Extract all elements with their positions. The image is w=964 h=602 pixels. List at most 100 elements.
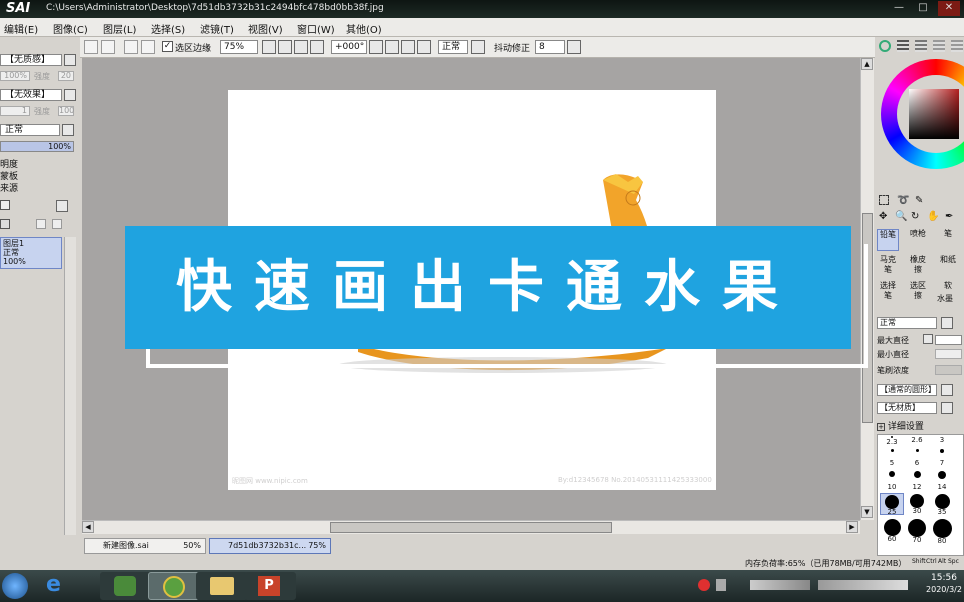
taskbar-powerpoint[interactable]: P xyxy=(244,572,296,600)
min-diameter-field[interactable] xyxy=(935,349,962,359)
menu-filter[interactable]: 滤镜(T) xyxy=(200,21,234,36)
texture-button[interactable] xyxy=(64,54,76,66)
color-wheel-tab-icon[interactable] xyxy=(879,40,891,52)
select-rect-icon[interactable] xyxy=(879,195,889,205)
tray-security-icon[interactable] xyxy=(698,579,710,591)
size-60[interactable]: 60 xyxy=(880,519,904,543)
flip-button[interactable] xyxy=(471,40,485,54)
tray-input-icon[interactable] xyxy=(716,579,726,591)
minimize-button[interactable]: — xyxy=(888,1,910,16)
menu-view[interactable]: 视图(V) xyxy=(248,21,283,36)
layer-item[interactable]: 图层1 正常 100% xyxy=(0,237,62,269)
tool-eraser[interactable]: 橡皮擦 xyxy=(907,255,929,277)
rotation-select[interactable]: +000° xyxy=(331,40,367,54)
undo-icon[interactable] xyxy=(84,40,98,54)
rotate-icon[interactable]: ↻ xyxy=(911,211,919,222)
folder-icon[interactable] xyxy=(0,200,10,210)
stabilizer-dropdown-button[interactable] xyxy=(567,40,581,54)
hand-icon[interactable]: ✋ xyxy=(927,211,939,222)
tool-washi[interactable]: 和纸 xyxy=(937,255,959,277)
start-button[interactable] xyxy=(2,573,28,599)
size-7[interactable]: 7 xyxy=(930,459,954,467)
tool-airbrush[interactable]: 喷枪 xyxy=(907,229,929,251)
brush-mode-button[interactable] xyxy=(941,317,953,329)
blend-select[interactable]: 正常 xyxy=(438,40,468,54)
zoom-icon[interactable]: 🔍 xyxy=(895,211,907,222)
tool-select-pen[interactable]: 选择笔 xyxy=(877,281,899,303)
selection-edge-checkbox[interactable]: ✓ xyxy=(162,41,173,52)
detail-settings-toggle[interactable]: + 详细设置 xyxy=(877,419,924,432)
tab-active-image[interactable]: 7d51db3732b31c... 75% xyxy=(209,538,331,554)
scroll-left-icon[interactable]: ◀ xyxy=(82,521,94,533)
menu-other[interactable]: 其他(O) xyxy=(346,21,382,36)
max-diameter-field[interactable] xyxy=(935,335,962,345)
tray-icons[interactable] xyxy=(750,580,810,590)
swatch-tab-icon[interactable] xyxy=(951,40,963,52)
size-5[interactable]: 5 xyxy=(880,459,904,467)
size-25-selected[interactable]: 25 xyxy=(880,493,904,516)
move-icon[interactable]: ✥ xyxy=(879,211,887,222)
lasso-icon[interactable]: ➰ xyxy=(897,195,909,206)
size-30[interactable]: 30 xyxy=(905,493,929,515)
texture-percent[interactable]: 100% xyxy=(0,71,30,81)
effect-strength-value[interactable]: 100 xyxy=(58,106,74,116)
size-2-6[interactable]: 2.6 xyxy=(905,436,929,444)
tool-select-eraser[interactable]: 选区擦 xyxy=(907,281,929,303)
deselect-icon[interactable] xyxy=(124,40,138,54)
rotate-dropdown-button[interactable] xyxy=(369,40,383,54)
brush-density-field[interactable] xyxy=(935,365,962,375)
size-70[interactable]: 70 xyxy=(905,519,929,544)
menu-window[interactable]: 窗口(W) xyxy=(297,21,335,36)
taskbar-app-game[interactable] xyxy=(100,572,152,600)
palette-tab-icon[interactable] xyxy=(933,40,945,52)
brush-texture-dropdown[interactable]: 【无材质】 xyxy=(877,402,937,414)
magic-wand-icon[interactable]: ✎ xyxy=(915,195,923,206)
color-wheel[interactable] xyxy=(881,59,964,169)
tray-icons-2[interactable] xyxy=(818,580,908,590)
hsv-slider-tab-icon[interactable] xyxy=(915,40,927,52)
menu-edit[interactable]: 编辑(E) xyxy=(4,21,38,36)
scroll-down-icon[interactable]: ▼ xyxy=(861,506,873,518)
eyedropper-icon[interactable]: ✒ xyxy=(945,211,953,222)
texture-strength-value[interactable]: 20 xyxy=(58,71,74,81)
zoom-select[interactable]: 75% xyxy=(220,40,258,54)
blend-mode-button[interactable] xyxy=(62,124,74,136)
size-80[interactable]: 80 xyxy=(930,519,954,545)
copy-layer-icon[interactable] xyxy=(36,219,46,229)
size-14[interactable]: 14 xyxy=(930,483,954,491)
texture-dropdown[interactable]: 【无质感】 xyxy=(0,54,62,66)
invert-selection-icon[interactable] xyxy=(141,40,155,54)
stabilizer-select[interactable]: 8 xyxy=(535,40,565,54)
taskbar-clock[interactable]: 15:56 2020/3/2 xyxy=(924,572,964,596)
horizontal-scroll-thumb[interactable] xyxy=(330,522,612,533)
delete-layer-icon[interactable] xyxy=(52,219,62,229)
saturation-value-square[interactable] xyxy=(909,89,959,139)
tool-marker[interactable]: 马克笔 xyxy=(877,255,899,277)
effect-value[interactable]: 1 xyxy=(0,106,30,116)
blend-mode-dropdown[interactable]: 正常 xyxy=(0,124,60,136)
rgb-slider-tab-icon[interactable] xyxy=(897,40,909,52)
size-dot[interactable] xyxy=(930,471,954,479)
menu-select[interactable]: 选择(S) xyxy=(151,21,185,36)
zoom-reset-button[interactable] xyxy=(310,40,324,54)
size-2-3[interactable]: 2.3 xyxy=(880,436,904,446)
taskbar-app-sai[interactable] xyxy=(148,572,200,600)
tool-ink[interactable]: 水墨 xyxy=(937,293,953,304)
scroll-right-icon[interactable]: ▶ xyxy=(846,521,858,533)
brush-texture-button[interactable] xyxy=(941,402,953,414)
layer-scrollbar[interactable] xyxy=(64,237,76,535)
size-dot[interactable] xyxy=(930,449,954,453)
brush-shape-dropdown[interactable]: 【通常的圆形】 xyxy=(877,384,937,396)
tab-new-image[interactable]: 新建图像.sai 50% xyxy=(84,538,206,554)
layer-action-button[interactable] xyxy=(56,200,68,212)
close-button[interactable]: ✕ xyxy=(938,1,960,16)
effect-dropdown[interactable]: 【无效果】 xyxy=(0,89,62,101)
size-12[interactable]: 12 xyxy=(905,483,929,491)
ie-icon[interactable]: e xyxy=(46,574,61,596)
size-dot[interactable] xyxy=(905,471,929,478)
tool-pencil[interactable]: 铅笔 xyxy=(877,229,899,251)
canvas-horizontal-scrollbar[interactable]: ◀ ▶ xyxy=(82,520,860,534)
effect-button[interactable] xyxy=(64,89,76,101)
size-10[interactable]: 10 xyxy=(880,483,904,491)
rotate-reset-button[interactable] xyxy=(417,40,431,54)
